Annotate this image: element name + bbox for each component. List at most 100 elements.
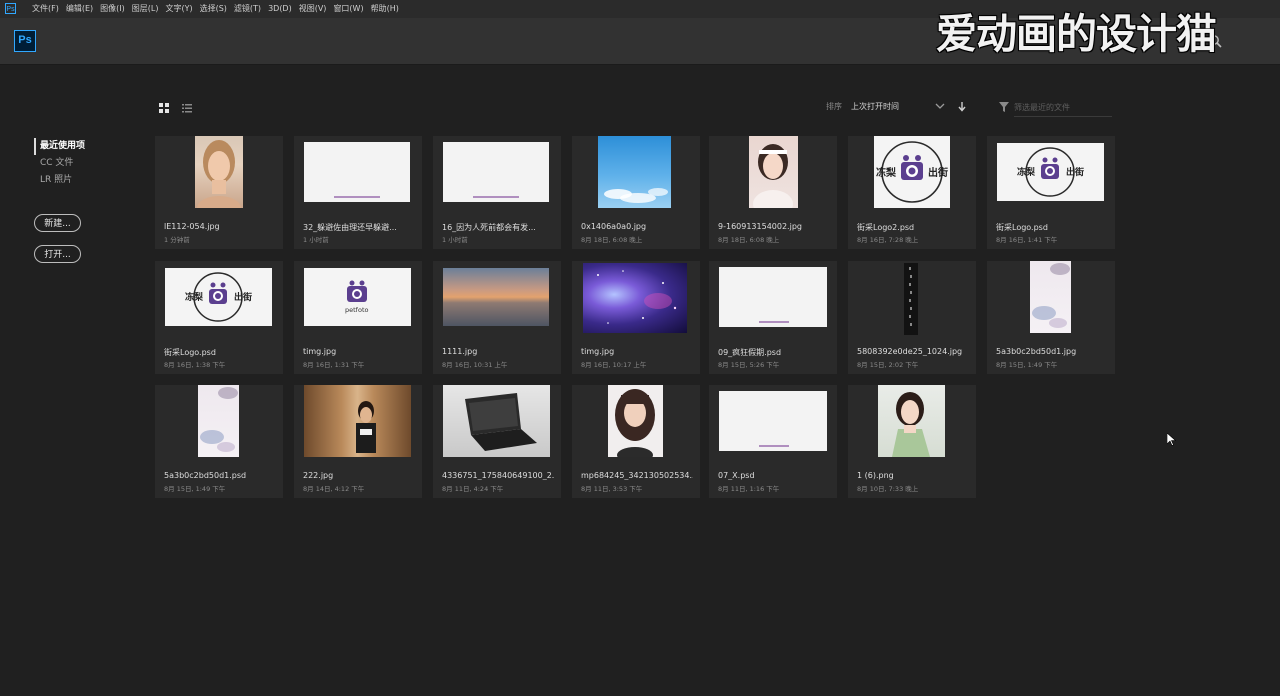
chevron-down-icon[interactable] [935,102,945,110]
menu-help[interactable]: 帮助(H) [371,0,399,18]
file-thumbnail: 冻梨 出街 [874,136,950,208]
logo-text-right: 出街 [928,166,948,179]
file-name: 5a3b0c2bd50d1.jpg [996,347,1077,356]
file-card[interactable]: 07_X.psd 8月 11日, 1:16 下午 [709,385,837,498]
nav-lr-photos[interactable]: LR 照片 [34,172,85,189]
menu-layer[interactable]: 图层(L) [132,0,159,18]
file-name: 0x1406a0a0.jpg [581,222,647,231]
file-time: 8月 15日, 2:02 下午 [857,361,919,369]
file-time: 8月 16日, 7:28 晚上 [857,236,919,244]
file-name: mp684245_342130502534... [581,471,693,480]
menu-window[interactable]: 窗口(W) [333,0,363,18]
menu-image[interactable]: 图像(I) [100,0,125,18]
file-time: 8月 16日, 1:41 下午 [996,236,1058,244]
photoshop-logo: Ps [14,30,36,52]
file-name: 4336751_175840649100_2... [442,471,554,480]
file-card[interactable]: timg.jpg 8月 16日, 10:17 上午 [572,261,700,374]
file-time: 8月 16日, 1:38 下午 [164,361,226,369]
petfoto-logo-text: petfoto [345,306,368,314]
file-time: 8月 15日, 1:49 下午 [996,361,1058,369]
file-thumbnail: petfoto [304,268,411,326]
logo-text-left: 冻梨 [876,166,897,179]
nav-cc-files[interactable]: CC 文件 [34,155,85,172]
file-card[interactable]: 9-160913154002.jpg 8月 18日, 6:08 晚上 [709,136,837,249]
menu-items: 文件(F) 编辑(E) 图像(I) 图层(L) 文字(Y) 选择(S) 滤镜(T… [32,0,406,18]
file-card[interactable]: 5a3b0c2bd50d1.jpg 8月 15日, 1:49 下午 [987,261,1115,374]
file-card[interactable]: 冻梨 出街 街采Logo2.psd 8月 16日, 7:28 晚上 [848,136,976,249]
watermark-text: 爱动画的设计猫 [936,10,1217,58]
file-card[interactable]: mp684245_342130502534... 8月 11日, 3:53 下午 [572,385,700,498]
file-card[interactable]: 5a3b0c2bd50d1.psd 8月 15日, 1:49 下午 [155,385,283,498]
file-time: 1 小时前 [303,236,329,244]
file-card[interactable]: 0x1406a0a0.jpg 8月 18日, 6:08 晚上 [572,136,700,249]
menu-3d[interactable]: 3D(D) [268,0,292,18]
filter-icon [999,102,1009,112]
file-time: 8月 18日, 6:08 晚上 [718,236,780,244]
sort-direction-icon[interactable] [957,101,967,112]
new-button[interactable]: 新建... [34,214,81,232]
file-name: 222.jpg [303,471,334,480]
sort-dropdown[interactable]: 上次打开时间 [851,101,899,112]
file-card[interactable]: 5808392e0de25_1024.jpg 8月 15日, 2:02 下午 [848,261,976,374]
file-card[interactable]: 1111.jpg 8月 16日, 10:31 上午 [433,261,561,374]
file-time: 8月 16日, 10:17 上午 [581,361,647,369]
file-name: timg.jpg [581,347,615,356]
file-card[interactable]: 16_因为人死前都会有发... 1 小时前 [433,136,561,249]
menu-view[interactable]: 视图(V) [299,0,327,18]
photoshop-app-icon[interactable]: Ps [5,3,16,14]
file-time: 8月 11日, 1:16 下午 [718,485,780,493]
file-thumbnail: 冻梨 出街 [997,143,1104,201]
list-view-icon[interactable] [182,103,192,113]
menu-select[interactable]: 选择(S) [200,0,227,18]
menu-file[interactable]: 文件(F) [32,0,59,18]
logo-text-left: 冻梨 [1017,166,1036,178]
file-time: 8月 10日, 7:33 晚上 [857,485,919,493]
file-name: 街采Logo.psd [164,348,216,357]
file-thumbnail [304,142,410,202]
file-card[interactable]: petfoto timg.jpg 8月 16日, 1:31 下午 [294,261,422,374]
file-name: 1111.jpg [442,347,478,356]
file-thumbnail [443,385,550,457]
file-name: 09_疯狂假期.psd [718,348,782,357]
file-time: 8月 16日, 1:31 下午 [303,361,365,369]
file-thumbnail [304,385,411,457]
file-thumbnail [719,391,827,451]
file-name: 5808392e0de25_1024.jpg [857,347,963,356]
file-name: 街采Logo2.psd [857,223,915,232]
logo-text-right: 出街 [1066,166,1084,178]
file-card[interactable]: 1 (6).png 8月 10日, 7:33 晚上 [848,385,976,498]
filter-input[interactable] [1014,98,1112,117]
file-time: 8月 11日, 3:53 下午 [581,485,643,493]
file-name: 07_X.psd [718,471,755,480]
file-time: 8月 18日, 6:08 晚上 [581,236,643,244]
file-thumbnail [1030,261,1071,333]
left-nav: 最近使用项 CC 文件 LR 照片 [34,138,85,189]
file-card[interactable]: lE112-054.jpg 1 分钟前 [155,136,283,249]
file-card[interactable]: 4336751_175840649100_2... 8月 11日, 4:24 下… [433,385,561,498]
file-card[interactable]: 32_躲避佐由理还早躲避... 1 小时前 [294,136,422,249]
file-card[interactable]: 冻梨 出街 街采Logo.psd 8月 16日, 1:41 下午 [987,136,1115,249]
open-button[interactable]: 打开... [34,245,81,263]
mouse-cursor-icon [1167,433,1176,446]
nav-recent[interactable]: 最近使用项 [34,138,85,155]
file-card[interactable]: 冻梨 出街 街采Logo.psd 8月 16日, 1:38 下午 [155,261,283,374]
grid-view-icon[interactable] [159,103,169,113]
file-thumbnail [198,385,239,457]
file-thumbnail [195,136,243,208]
menu-type[interactable]: 文字(Y) [165,0,192,18]
file-name: 16_因为人死前都会有发... [442,223,536,232]
menu-edit[interactable]: 编辑(E) [66,0,93,18]
file-time: 1 分钟前 [164,236,190,244]
file-name: 1 (6).png [857,471,894,480]
file-name: 5a3b0c2bd50d1.psd [164,471,247,480]
file-thumbnail [443,142,549,202]
logo-text-left: 冻梨 [185,291,204,303]
logo-text-right: 出街 [234,291,252,303]
file-thumbnail [904,263,918,335]
file-card[interactable]: 09_疯狂假期.psd 8月 15日, 5:26 下午 [709,261,837,374]
file-time: 8月 15日, 5:26 下午 [718,361,780,369]
file-thumbnail [719,267,827,327]
file-card[interactable]: 222.jpg 8月 14日, 4:12 下午 [294,385,422,498]
menu-filter[interactable]: 滤镜(T) [234,0,261,18]
file-thumbnail [598,136,671,208]
